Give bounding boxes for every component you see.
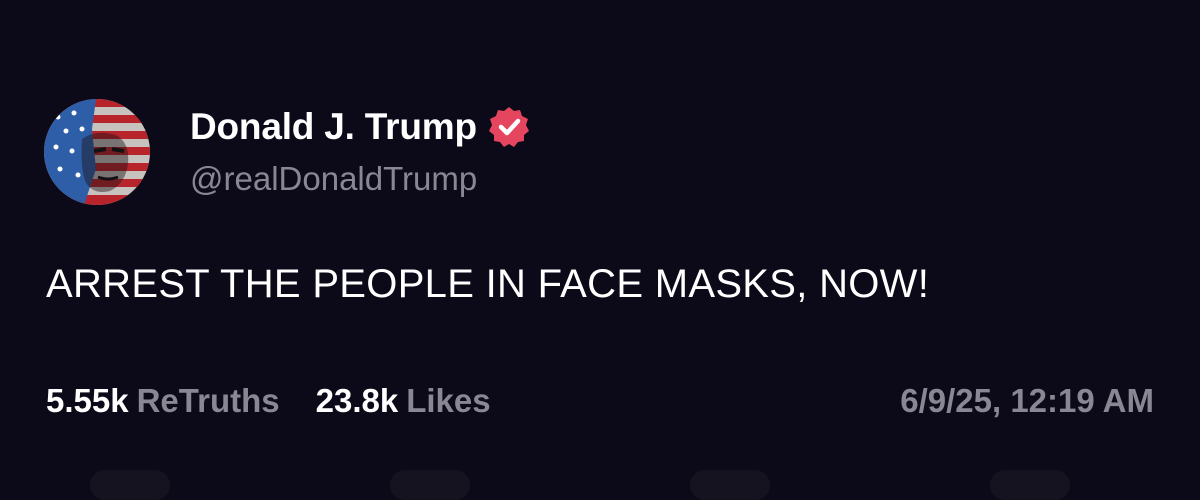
action-bar-partial bbox=[0, 470, 1200, 500]
retruths-count: 5.55k bbox=[46, 382, 129, 419]
likes-label: Likes bbox=[406, 382, 491, 419]
likes-stat[interactable]: 23.8k Likes bbox=[316, 382, 491, 420]
flag-portrait-avatar-icon bbox=[44, 99, 150, 205]
likes-count: 23.8k bbox=[315, 382, 399, 419]
truth-post: Donald J. Trump @realDonaldTrump ARREST … bbox=[0, 0, 1200, 500]
action-button-partial bbox=[990, 470, 1070, 500]
author-name-row: Donald J. Trump bbox=[190, 103, 531, 151]
author-handle[interactable]: @realDonaldTrump bbox=[190, 160, 477, 198]
verified-badge-icon bbox=[487, 105, 531, 149]
retruths-stat[interactable]: 5.55k ReTruths bbox=[46, 382, 280, 420]
action-button-partial bbox=[90, 470, 170, 500]
action-button-partial bbox=[390, 470, 470, 500]
retruths-label: ReTruths bbox=[136, 382, 280, 419]
post-body-text: ARREST THE PEOPLE IN FACE MASKS, NOW! bbox=[46, 262, 930, 306]
post-stats: 5.55k ReTruths 23.8k Likes bbox=[46, 382, 491, 420]
avatar[interactable] bbox=[44, 99, 150, 205]
action-button-partial bbox=[690, 470, 770, 500]
post-timestamp: 6/9/25, 12:19 AM bbox=[900, 382, 1154, 419]
author-display-name[interactable]: Donald J. Trump bbox=[190, 106, 477, 148]
